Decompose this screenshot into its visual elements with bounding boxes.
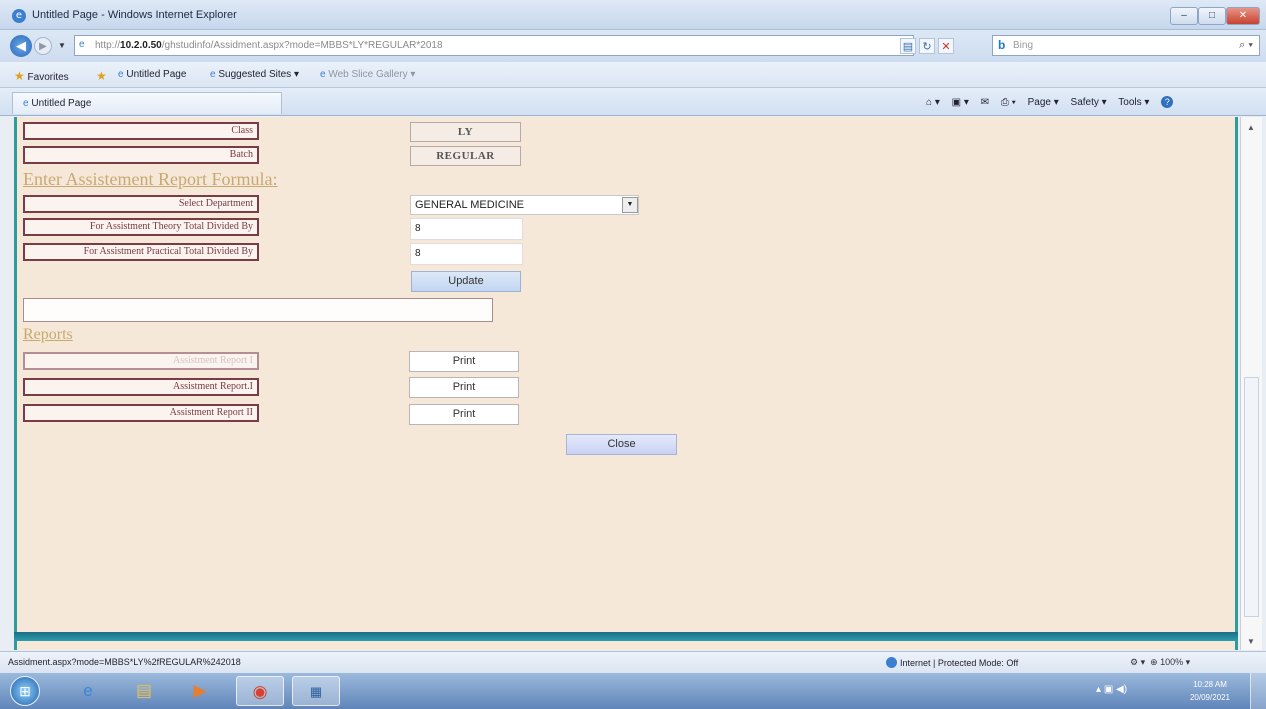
- internet-explorer-icon[interactable]: e: [64, 676, 112, 706]
- close-button[interactable]: Close: [566, 434, 677, 455]
- search-icon[interactable]: ⌕ ▾: [1239, 36, 1253, 55]
- search-input[interactable]: b Bing ⌕ ▾: [992, 35, 1260, 56]
- tray-arrow-icon[interactable]: ▴: [1096, 684, 1101, 695]
- update-button[interactable]: Update: [411, 271, 521, 292]
- recent-pages-dropdown[interactable]: ▼: [56, 40, 68, 52]
- stop-icon[interactable]: ✕: [938, 38, 954, 54]
- batch-label: Batch: [23, 146, 259, 164]
- folder-icon[interactable]: ▤: [120, 676, 168, 706]
- search-placeholder: Bing: [1013, 40, 1034, 51]
- volume-icon[interactable]: ◀): [1116, 684, 1127, 695]
- globe-icon: [886, 657, 897, 668]
- mail-icon[interactable]: ✉: [981, 97, 989, 108]
- print-report2-button[interactable]: Print: [409, 377, 519, 398]
- content-bottom-border: [14, 632, 1238, 641]
- message-field[interactable]: [23, 298, 493, 322]
- system-tray: ▴ ▣ ◀): [1096, 684, 1127, 695]
- start-button[interactable]: ⊞: [10, 676, 40, 706]
- favorites-bar: ★ Favorites ★ e Untitled Page e Suggeste…: [0, 62, 1266, 88]
- url-host: 10.2.0.50: [120, 40, 162, 51]
- address-tools: ▤ ↻ ✕: [900, 38, 957, 54]
- maximize-button[interactable]: □: [1198, 7, 1226, 25]
- ie-window: e Untitled Page - Windows Internet Explo…: [0, 0, 1266, 709]
- scroll-thumb[interactable]: [1244, 377, 1259, 617]
- refresh-icon[interactable]: ↻: [919, 38, 935, 54]
- tab-bar: e Untitled Page ⌂ ▾ ▣ ▾ ✉ ⎙ ▾ Page ▾ Saf…: [0, 88, 1266, 116]
- media-player-icon[interactable]: ▶: [176, 676, 224, 706]
- fav-web-slice-gallery[interactable]: e Web Slice Gallery ▾: [320, 69, 415, 80]
- clock[interactable]: 10:28 AM 20/09/2021: [1182, 676, 1238, 706]
- taskbar: ⊞ e ▤ ▶ ◉ ▦ ▴ ▣ ◀) 10:28 AM 20/09/2021: [0, 673, 1266, 709]
- feeds-icon[interactable]: ▣ ▾: [952, 97, 969, 108]
- theory-divisor-label: For Assistment Theory Total Divided By: [23, 218, 259, 236]
- page-menu[interactable]: Page ▾: [1028, 97, 1059, 108]
- select-department-label: Select Department: [23, 195, 259, 213]
- practical-divisor-label: For Assistment Practical Total Divided B…: [23, 243, 259, 261]
- clock-date: 20/09/2021: [1189, 693, 1231, 702]
- batch-value: REGULAR: [410, 146, 521, 166]
- help-icon[interactable]: ?: [1161, 96, 1174, 108]
- url-field[interactable]: e http://10.2.0.50/ghstudinfo/Assidment.…: [74, 35, 914, 56]
- bing-icon: b: [998, 38, 1006, 52]
- tab-untitled-page[interactable]: e Untitled Page: [12, 92, 282, 114]
- scroll-down-icon[interactable]: ▼: [1247, 637, 1255, 646]
- fav-suggested-sites[interactable]: e Suggested Sites ▾: [210, 69, 299, 80]
- class-label: Class: [23, 122, 259, 140]
- report2-label: Assistment Report.I: [23, 378, 259, 396]
- class-value: LY: [410, 122, 521, 142]
- status-url: Assidment.aspx?mode=MBBS*LY%2fREGULAR%24…: [8, 657, 241, 667]
- title-bar: e Untitled Page - Windows Internet Explo…: [0, 0, 1266, 30]
- report3-label: Assistment Report II: [23, 404, 259, 422]
- reports-heading: Reports: [23, 326, 73, 343]
- minimize-button[interactable]: –: [1170, 7, 1198, 25]
- zoom-control[interactable]: ⚙ ▾ ⊕ 100% ▾: [1130, 657, 1190, 668]
- print-icon[interactable]: ⎙ ▾: [1001, 97, 1016, 108]
- vertical-scrollbar[interactable]: ▲ ▼: [1240, 117, 1262, 650]
- chrome-icon[interactable]: ◉: [236, 676, 284, 706]
- status-bar: Assidment.aspx?mode=MBBS*LY%2fREGULAR%24…: [0, 651, 1266, 673]
- fav-untitled-page[interactable]: e Untitled Page: [118, 69, 186, 80]
- scroll-up-icon[interactable]: ▲: [1247, 123, 1255, 132]
- tools-menu[interactable]: Tools ▾: [1118, 97, 1149, 108]
- window-title: Untitled Page - Windows Internet Explore…: [32, 9, 237, 21]
- department-select[interactable]: GENERAL MEDICINE ▼: [410, 195, 639, 215]
- compatibility-icon[interactable]: ▤: [900, 38, 916, 54]
- network-icon[interactable]: ▣: [1104, 684, 1113, 695]
- forward-button[interactable]: ▶: [34, 37, 52, 55]
- command-bar: ⌂ ▾ ▣ ▾ ✉ ⎙ ▾ Page ▾ Safety ▾ Tools ▾ ?: [926, 96, 1182, 108]
- tab-page-icon: e: [23, 98, 29, 109]
- app-window-icon[interactable]: ▦: [292, 676, 340, 706]
- ie-logo-icon: e: [12, 9, 26, 23]
- print-report1-button[interactable]: Print: [409, 351, 519, 372]
- security-zone[interactable]: Internet | Protected Mode: Off: [886, 657, 1018, 668]
- show-desktop-button[interactable]: [1250, 673, 1266, 709]
- print-report3-button[interactable]: Print: [409, 404, 519, 425]
- url-path: /ghstudinfo/Assidment.aspx?mode=MBBS*LY*…: [161, 40, 443, 51]
- address-bar: ◀ ▶ ▼ e http://10.2.0.50/ghstudinfo/Assi…: [0, 30, 1266, 62]
- formula-heading: Enter Assistement Report Formula:: [23, 169, 278, 189]
- back-button[interactable]: ◀: [10, 35, 32, 57]
- url-prefix: http://: [95, 40, 121, 51]
- favorites-button[interactable]: ★ Favorites: [14, 69, 69, 83]
- page-icon: e: [79, 39, 85, 50]
- practical-divisor-input[interactable]: 8: [410, 243, 523, 265]
- theory-divisor-input[interactable]: 8: [410, 218, 523, 240]
- chevron-down-icon[interactable]: ▼: [622, 197, 638, 213]
- report1-label: Assistment Report I: [23, 352, 259, 370]
- page-content: Class LY Batch REGULAR Enter Assistement…: [14, 117, 1238, 650]
- close-window-button[interactable]: ✕: [1226, 7, 1260, 25]
- clock-time: 10:28 AM: [1193, 680, 1227, 689]
- home-icon[interactable]: ⌂ ▾: [926, 97, 940, 108]
- star-icon: ★: [14, 69, 25, 83]
- safety-menu[interactable]: Safety ▾: [1071, 97, 1107, 108]
- add-favorites-icon[interactable]: ★: [96, 69, 107, 83]
- department-selected-value: GENERAL MEDICINE: [415, 199, 525, 211]
